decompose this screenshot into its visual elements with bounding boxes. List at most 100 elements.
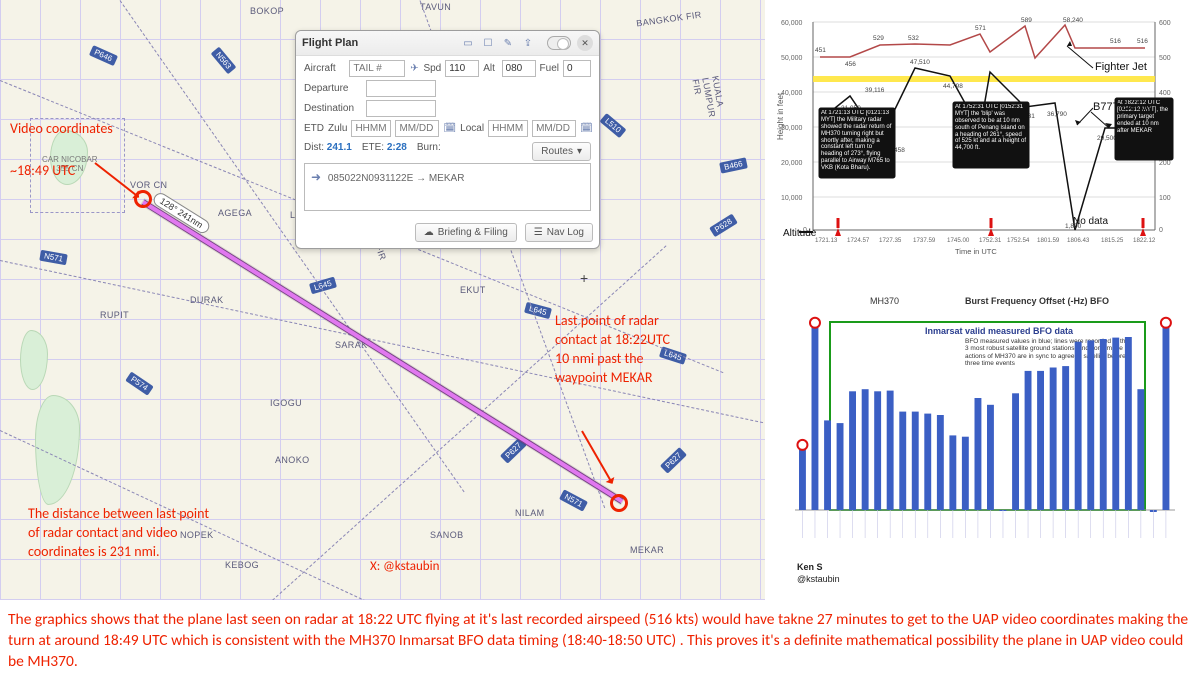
waypoint-label: AGEGA [218, 208, 252, 218]
airway-label: L645 [524, 302, 552, 319]
share-icon[interactable]: ⇪ [521, 36, 535, 50]
aircraft-icon: ✈ [409, 63, 419, 74]
etd-local-mmdd[interactable] [532, 120, 576, 137]
conclusion-text: The graphics shows that the plane last s… [8, 610, 1192, 673]
svg-text:@kstaubin: @kstaubin [797, 574, 840, 584]
label-aircraft: Aircraft [304, 63, 345, 74]
svg-text:Ken S: Ken S [797, 562, 823, 572]
aircraft-input[interactable] [349, 60, 405, 77]
svg-text:1724.57: 1724.57 [847, 237, 870, 244]
alt-input[interactable] [502, 60, 536, 77]
fuel-input[interactable] [563, 60, 591, 77]
new-file-icon[interactable]: ▭ [461, 36, 475, 50]
bfo-bar [1050, 368, 1057, 511]
svg-text:36,790: 36,790 [1047, 111, 1067, 118]
bfo-bar [912, 412, 919, 510]
svg-text:1721.13: 1721.13 [815, 237, 838, 244]
bfo-bar [924, 414, 931, 510]
stat-ete: ETE: 2:28 [362, 142, 407, 161]
annotation-credit: X: @kstaubin [370, 558, 439, 576]
save-file-icon[interactable]: ✎ [501, 36, 515, 50]
svg-text:20,000: 20,000 [781, 160, 803, 167]
bfo-bar [1125, 337, 1132, 510]
svg-text:1752.54: 1752.54 [1007, 237, 1030, 244]
bfo-bar [837, 423, 844, 510]
etd-zulu-mmdd[interactable] [395, 120, 439, 137]
airway-label: N563 [211, 47, 237, 75]
island [20, 330, 48, 390]
svg-text:600: 600 [1159, 20, 1171, 27]
svg-text:No data: No data [1073, 216, 1108, 227]
bfo-bar [1012, 393, 1019, 510]
boundary-line [250, 245, 667, 600]
airway-label: L510 [599, 113, 626, 138]
label-etd: ETD [304, 123, 324, 134]
route-arrow-icon: ➜ [311, 170, 321, 184]
bfo-bar-chart: MH370 Burst Frequency Offset (-Hz) BFO I… [775, 290, 1190, 590]
svg-text:58,240: 58,240 [1063, 17, 1083, 24]
bfo-bar [949, 435, 956, 510]
bfo-red-circle [1161, 318, 1171, 328]
annotation-distance: The distance between last point of radar… [28, 505, 209, 562]
routes-button[interactable]: Routes ▾ [532, 142, 591, 161]
waypoint-label: RUPIT [100, 310, 129, 320]
x-axis-label: Time in UTC [955, 247, 997, 256]
svg-text:516: 516 [1110, 38, 1121, 45]
bfo-bar [887, 391, 894, 510]
airway-label: P627 [660, 447, 687, 473]
airway-label: N571 [559, 489, 588, 511]
svg-text:0: 0 [1159, 227, 1163, 234]
svg-text:456: 456 [845, 61, 856, 68]
bfo-bar [1075, 342, 1082, 510]
svg-text:60,000: 60,000 [781, 20, 803, 27]
airway-label: P574 [125, 371, 153, 395]
label-alt: Alt [483, 63, 497, 74]
label-local: Local [460, 123, 484, 134]
bfo-bar [937, 415, 944, 510]
svg-text:532: 532 [908, 35, 919, 42]
mekar-radar-marker [610, 494, 628, 512]
svg-text:50,000: 50,000 [781, 55, 803, 62]
bfo-bar [812, 327, 819, 510]
destination-input[interactable] [366, 100, 436, 117]
airway-label: P628 [709, 214, 737, 237]
annotation-video-coords-time: ~18:49 UTC [10, 162, 75, 181]
waypoint-label: IGOGU [270, 398, 302, 408]
svg-text:B777 Decoy: B777 Decoy [1093, 101, 1153, 113]
open-file-icon[interactable]: ☐ [481, 36, 495, 50]
calendar-icon[interactable]: 🗓 [580, 123, 593, 134]
svg-text:516: 516 [1137, 38, 1148, 45]
close-icon[interactable]: ✕ [577, 35, 593, 51]
flight-plan-panel: Flight Plan ▭ ☐ ✎ ⇪ ✕ Aircraft ✈ Spd Alt… [295, 30, 600, 249]
bfo-bar [962, 437, 969, 510]
waypoint-label: SANOB [430, 530, 464, 540]
bfo-bar [1037, 371, 1044, 510]
units-toggle[interactable] [547, 36, 571, 50]
svg-text:571: 571 [975, 25, 986, 32]
y-axis-label: Height in feet [776, 92, 785, 140]
svg-text:400: 400 [1159, 90, 1171, 97]
svg-text:1801.59: 1801.59 [1037, 237, 1060, 244]
crosshair-marker: + [580, 270, 588, 286]
etd-zulu-hhmm[interactable] [351, 120, 391, 137]
navlog-button[interactable]: ☰ Nav Log [525, 223, 593, 242]
bfo-red-circle [810, 318, 820, 328]
svg-text:10,000: 10,000 [781, 195, 803, 202]
departure-input[interactable] [366, 80, 436, 97]
bfo-red-circle [797, 440, 807, 450]
etd-local-hhmm[interactable] [488, 120, 528, 137]
bfo-series-label: MH370 [870, 296, 899, 306]
svg-text:529: 529 [873, 35, 884, 42]
svg-text:47,510: 47,510 [910, 59, 930, 66]
airway-label: P646 [89, 45, 118, 66]
route-string-box[interactable]: ➜ 085022N0931122E → MEKAR [304, 163, 591, 211]
svg-text:Fighter Jet: Fighter Jet [1095, 61, 1147, 73]
bfo-bar [824, 420, 831, 510]
waypoint-label: VOR CN [130, 180, 167, 190]
waypoint-label: KEBOG [225, 560, 259, 570]
speed-input[interactable] [445, 60, 479, 77]
fir-label: KUALA LUMPUR FIR [690, 75, 727, 125]
calendar-icon[interactable]: 🗓 [443, 123, 456, 134]
bfo-bar [874, 391, 881, 510]
briefing-button[interactable]: ☁ Briefing & Filing [415, 223, 517, 242]
